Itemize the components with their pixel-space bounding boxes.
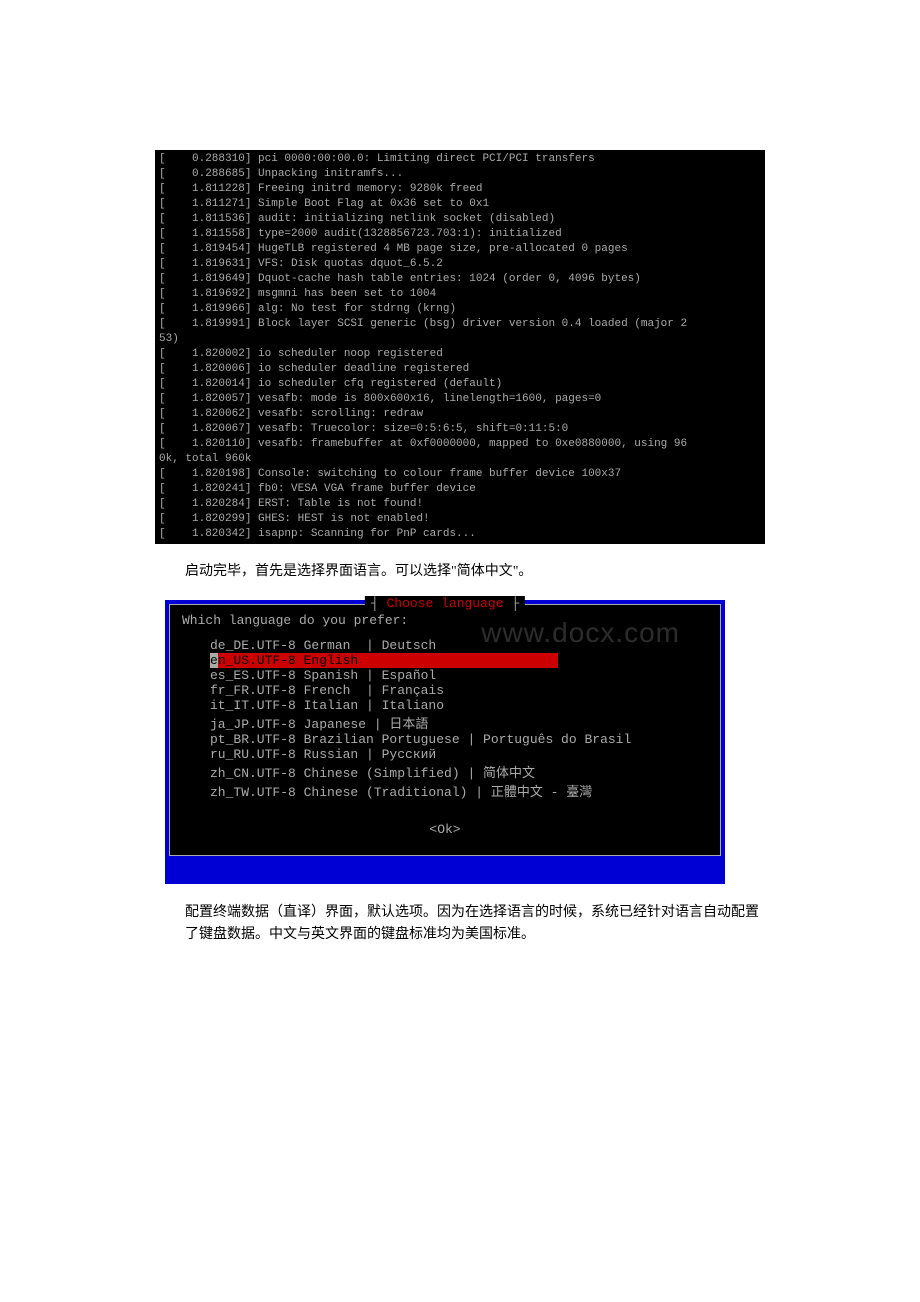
language-option[interactable]: ru_RU.UTF-8 Russian | Русский (210, 747, 708, 762)
dialog-bottom-strip (169, 860, 721, 880)
boot-log-line: [ 0.288685] Unpacking initramfs... (159, 167, 761, 182)
boot-log-line: [ 1.820284] ERST: Table is not found! (159, 497, 761, 512)
boot-log-line: [ 1.820342] isapnp: Scanning for PnP car… (159, 527, 761, 542)
language-list: de_DE.UTF-8 German | Deutschen_US.UTF-8 … (210, 638, 708, 800)
language-option[interactable]: it_IT.UTF-8 Italian | Italiano (210, 698, 708, 713)
language-option[interactable]: zh_CN.UTF-8 Chinese (Simplified) | 简体中文 (210, 762, 708, 781)
boot-log-line: 53) (159, 332, 761, 347)
boot-log-line: [ 1.819991] Block layer SCSI generic (bs… (159, 317, 761, 332)
boot-log-line: [ 1.819692] msgmni has been set to 1004 (159, 287, 761, 302)
boot-log-terminal: [ 0.288310] pci 0000:00:00.0: Limiting d… (155, 150, 765, 544)
ok-button[interactable]: <Ok> (182, 822, 708, 837)
language-option[interactable]: zh_TW.UTF-8 Chinese (Traditional) | 正體中文… (210, 781, 708, 800)
boot-log-line: [ 1.811558] type=2000 audit(1328856723.7… (159, 227, 761, 242)
language-option[interactable]: es_ES.UTF-8 Spanish | Español (210, 668, 708, 683)
language-dialog: www.docx.com Choose language Which langu… (165, 600, 725, 884)
boot-log-line: [ 1.820241] fb0: VESA VGA frame buffer d… (159, 482, 761, 497)
boot-log-line: [ 1.811536] audit: initializing netlink … (159, 212, 761, 227)
language-option[interactable]: ja_JP.UTF-8 Japanese | 日本語 (210, 713, 708, 732)
boot-log-line: [ 1.820198] Console: switching to colour… (159, 467, 761, 482)
boot-log-line: [ 1.820002] io scheduler noop registered (159, 347, 761, 362)
boot-log-line: [ 1.820006] io scheduler deadline regist… (159, 362, 761, 377)
boot-log-line: [ 1.820014] io scheduler cfq registered … (159, 377, 761, 392)
boot-log-line: [ 1.811228] Freeing initrd memory: 9280k… (159, 182, 761, 197)
boot-log-line: [ 1.820057] vesafb: mode is 800x600x16, … (159, 392, 761, 407)
boot-log-line: [ 1.820062] vesafb: scrolling: redraw (159, 407, 761, 422)
boot-log-line: 0k, total 960k (159, 452, 761, 467)
boot-log-line: [ 1.819966] alg: No test for stdrng (krn… (159, 302, 761, 317)
language-option[interactable]: fr_FR.UTF-8 French | Français (210, 683, 708, 698)
caption-boot-complete: 启动完毕，首先是选择界面语言。可以选择"简体中文"。 (185, 562, 765, 582)
language-option[interactable]: pt_BR.UTF-8 Brazilian Portuguese | Portu… (210, 732, 708, 747)
boot-log-line: [ 1.819649] Dquot-cache hash table entri… (159, 272, 761, 287)
boot-log-line: [ 1.820067] vesafb: Truecolor: size=0:5:… (159, 422, 761, 437)
boot-log-line: [ 1.819631] VFS: Disk quotas dquot_6.5.2 (159, 257, 761, 272)
language-option[interactable]: en_US.UTF-8 English (210, 653, 558, 668)
boot-log-line: [ 0.288310] pci 0000:00:00.0: Limiting d… (159, 152, 761, 167)
boot-log-line: [ 1.819454] HugeTLB registered 4 MB page… (159, 242, 761, 257)
caption-terminal-config: 配置终端数据（直译）界面，默认选项。因为在选择语言的时候，系统已经针对语言自动配… (185, 902, 765, 946)
dialog-title: Choose language (365, 596, 525, 611)
boot-log-line: [ 1.820110] vesafb: framebuffer at 0xf00… (159, 437, 761, 452)
boot-log-line: [ 1.820299] GHES: HEST is not enabled! (159, 512, 761, 527)
boot-log-line: [ 1.811271] Simple Boot Flag at 0x36 set… (159, 197, 761, 212)
dialog-prompt: Which language do you prefer: (182, 613, 708, 628)
language-option[interactable]: de_DE.UTF-8 German | Deutsch (210, 638, 708, 653)
